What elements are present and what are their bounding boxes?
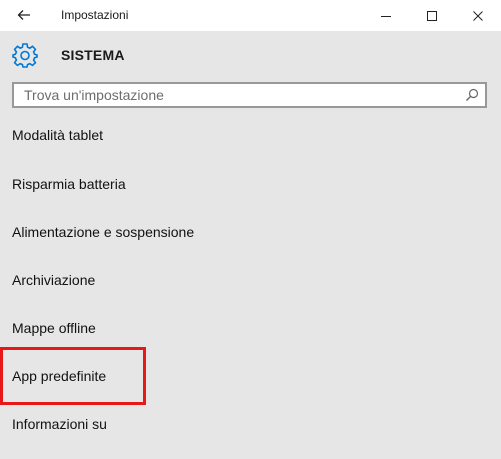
menu-item-storage[interactable]: Archiviazione (12, 272, 95, 288)
window-title: Impostazioni (61, 8, 129, 22)
minimize-icon (381, 15, 391, 17)
close-icon (473, 10, 483, 21)
page-header: SISTEMA (0, 31, 501, 79)
maximize-icon (427, 10, 437, 21)
search-icon[interactable] (465, 88, 479, 102)
menu-item-offline-maps[interactable]: Mappe offline (12, 320, 96, 336)
back-arrow-icon (17, 10, 30, 20)
section-title: SISTEMA (61, 47, 125, 63)
maximize-button[interactable] (409, 0, 455, 31)
minimize-button[interactable] (363, 0, 409, 31)
back-button[interactable] (10, 5, 38, 25)
menu-item-battery-saver[interactable]: Risparmia batteria (12, 176, 126, 192)
title-bar: Impostazioni (0, 0, 501, 31)
close-button[interactable] (455, 0, 501, 31)
search-box[interactable] (12, 82, 487, 108)
menu-item-power-sleep[interactable]: Alimentazione e sospensione (12, 224, 194, 240)
search-input[interactable] (24, 85, 454, 105)
gear-icon (12, 43, 38, 68)
menu-item-tablet-mode[interactable]: Modalità tablet (12, 127, 103, 143)
menu-item-about[interactable]: Informazioni su (12, 416, 107, 432)
highlight-box (0, 347, 146, 405)
